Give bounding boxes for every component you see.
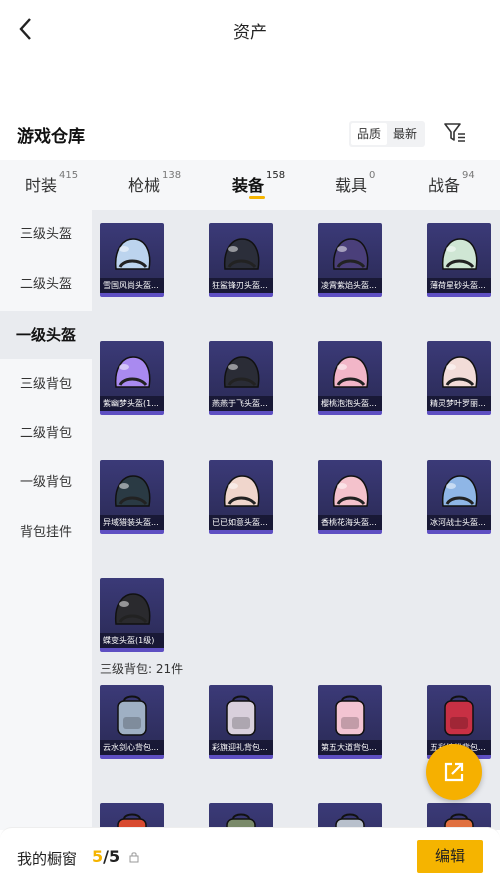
item-card[interactable] (209, 803, 273, 830)
item-name: 精灵梦叶罗丽... (427, 396, 491, 411)
helmet-icon (114, 593, 151, 625)
item-card[interactable]: 紫幽梦头盔(1... (100, 341, 164, 415)
item-name: 薄荷星砂头盔... (427, 278, 491, 293)
sidebar: 三级头盔 二级头盔 一级头盔 三级背包 二级背包 一级背包 背包挂件 (0, 210, 92, 830)
assets-page: 资产 游戏仓库 品质 最新 时装415 枪械138 装备158 载具0 战备94… (0, 0, 500, 885)
item-name: 紫幽梦头盔(1... (100, 396, 164, 411)
helmet-icon (114, 356, 151, 388)
item-card[interactable]: 精灵梦叶罗丽... (427, 341, 491, 415)
filter-button[interactable] (443, 122, 467, 144)
item-card[interactable] (318, 803, 382, 830)
item-card[interactable]: 狂鲨锋刃头盔... (209, 223, 273, 297)
warehouse-title: 游戏仓库 (17, 127, 85, 147)
sidebar-item-pendant[interactable]: 背包挂件 (0, 509, 92, 557)
helmet-icon (114, 238, 151, 270)
item-name: 樱桃泡泡头盔... (318, 396, 382, 411)
item-card[interactable]: 云水剑心背包... (100, 685, 164, 759)
tab-fashion[interactable]: 时装415 (25, 170, 79, 196)
tab-count: 138 (162, 170, 182, 181)
share-icon (444, 762, 464, 782)
item-name: 狂鲨锋刃头盔... (209, 278, 273, 293)
item-name: 蝶变头盔(1级) (100, 633, 164, 648)
tab-label: 时装 (25, 176, 58, 195)
item-name: 雪国风尚头盔... (100, 278, 164, 293)
sidebar-item-backpack-1[interactable]: 一级背包 (0, 459, 92, 507)
sidebar-item-helmet-1[interactable]: 一级头盔 (0, 311, 92, 359)
item-name: 凌霄紫焰头盔... (318, 278, 382, 293)
helmet-icon (441, 238, 478, 270)
helmet-icon (223, 356, 260, 388)
item-grid: 雪国风尚头盔... 狂鲨锋刃头盔... 凌霄紫焰头盔... 薄荷星砂头盔... … (92, 210, 500, 830)
item-card[interactable]: 雪国风尚头盔... (100, 223, 164, 297)
filter-icon (444, 123, 465, 142)
item-name: 彩旗迎礼背包... (209, 740, 273, 755)
helmet-icon (441, 475, 478, 507)
sidebar-item-helmet-3[interactable]: 三级头盔 (0, 211, 92, 259)
category-tabs: 时装415 枪械138 装备158 载具0 战备94 (0, 160, 500, 210)
showcase-bar: 我的橱窗 5/5 编辑 (0, 827, 500, 885)
sort-quality-button[interactable]: 品质 (351, 123, 388, 145)
showcase-count: 5/5 (92, 847, 120, 866)
tab-count: 415 (59, 170, 79, 181)
tab-count: 94 (462, 170, 475, 181)
item-name: 第五大道背包... (318, 740, 382, 755)
tab-guns[interactable]: 枪械138 (128, 170, 182, 196)
backpack-icon (117, 695, 147, 736)
item-name: 已已如意头盔... (209, 515, 273, 530)
item-name: 云水剑心背包... (100, 740, 164, 755)
tab-label: 装备 (232, 176, 265, 195)
tab-vehicles[interactable]: 载具0 (335, 170, 376, 196)
helmet-icon (332, 356, 369, 388)
item-card[interactable]: 蝶变头盔(1级) (100, 578, 164, 652)
tab-count: 0 (369, 170, 376, 181)
showcase-total: /5 (103, 847, 121, 866)
backpack-icon (226, 695, 256, 736)
sidebar-item-backpack-3[interactable]: 三级背包 (0, 361, 92, 409)
backpack-icon (444, 695, 474, 736)
sort-latest-button[interactable]: 最新 (387, 123, 423, 145)
item-card[interactable]: 异域猎装头盔... (100, 460, 164, 534)
tab-label: 战备 (428, 176, 461, 195)
item-card[interactable]: 香桃花海头盔... (318, 460, 382, 534)
item-card[interactable]: 燕燕于飞头盔... (209, 341, 273, 415)
share-button[interactable] (426, 744, 482, 800)
active-tab-indicator (249, 196, 265, 199)
tab-equipment[interactable]: 装备158 (232, 170, 286, 196)
tab-supplies[interactable]: 战备94 (428, 170, 475, 196)
helmet-icon (441, 356, 478, 388)
item-card[interactable] (427, 803, 491, 830)
item-card[interactable]: 彩旗迎礼背包... (209, 685, 273, 759)
showcase-label: 我的橱窗 (17, 850, 78, 868)
helmet-icon (332, 238, 369, 270)
page-title: 资产 (233, 23, 267, 43)
tab-label: 枪械 (128, 176, 161, 195)
helmet-icon (223, 238, 260, 270)
showcase-current: 5 (92, 847, 104, 866)
tab-count: 158 (266, 170, 286, 181)
lock-icon (129, 852, 139, 863)
sidebar-item-helmet-2[interactable]: 二级头盔 (0, 261, 92, 309)
item-card[interactable]: 第五大道背包... (318, 685, 382, 759)
item-card[interactable]: 薄荷星砂头盔... (427, 223, 491, 297)
item-name: 燕燕于飞头盔... (209, 396, 273, 411)
sort-toggle: 品质 最新 (349, 121, 426, 147)
backpack-icon (335, 695, 365, 736)
item-card[interactable]: 冰河战士头盔... (427, 460, 491, 534)
item-name: 冰河战士头盔... (427, 515, 491, 530)
edit-button[interactable]: 编辑 (417, 840, 483, 873)
helmet-icon (223, 475, 260, 507)
item-name: 异域猎装头盔... (100, 515, 164, 530)
item-card[interactable] (100, 803, 164, 830)
helmet-icon (332, 475, 369, 507)
helmet-icon (114, 475, 151, 507)
backpack-section-label: 三级背包: 21件 (100, 662, 184, 676)
item-name: 香桃花海头盔... (318, 515, 382, 530)
top-bar: 资产 (0, 0, 500, 58)
item-card[interactable]: 樱桃泡泡头盔... (318, 341, 382, 415)
tab-label: 载具 (335, 176, 368, 195)
sidebar-item-backpack-2[interactable]: 二级背包 (0, 410, 92, 458)
item-card[interactable]: 已已如意头盔... (209, 460, 273, 534)
item-card[interactable]: 凌霄紫焰头盔... (318, 223, 382, 297)
